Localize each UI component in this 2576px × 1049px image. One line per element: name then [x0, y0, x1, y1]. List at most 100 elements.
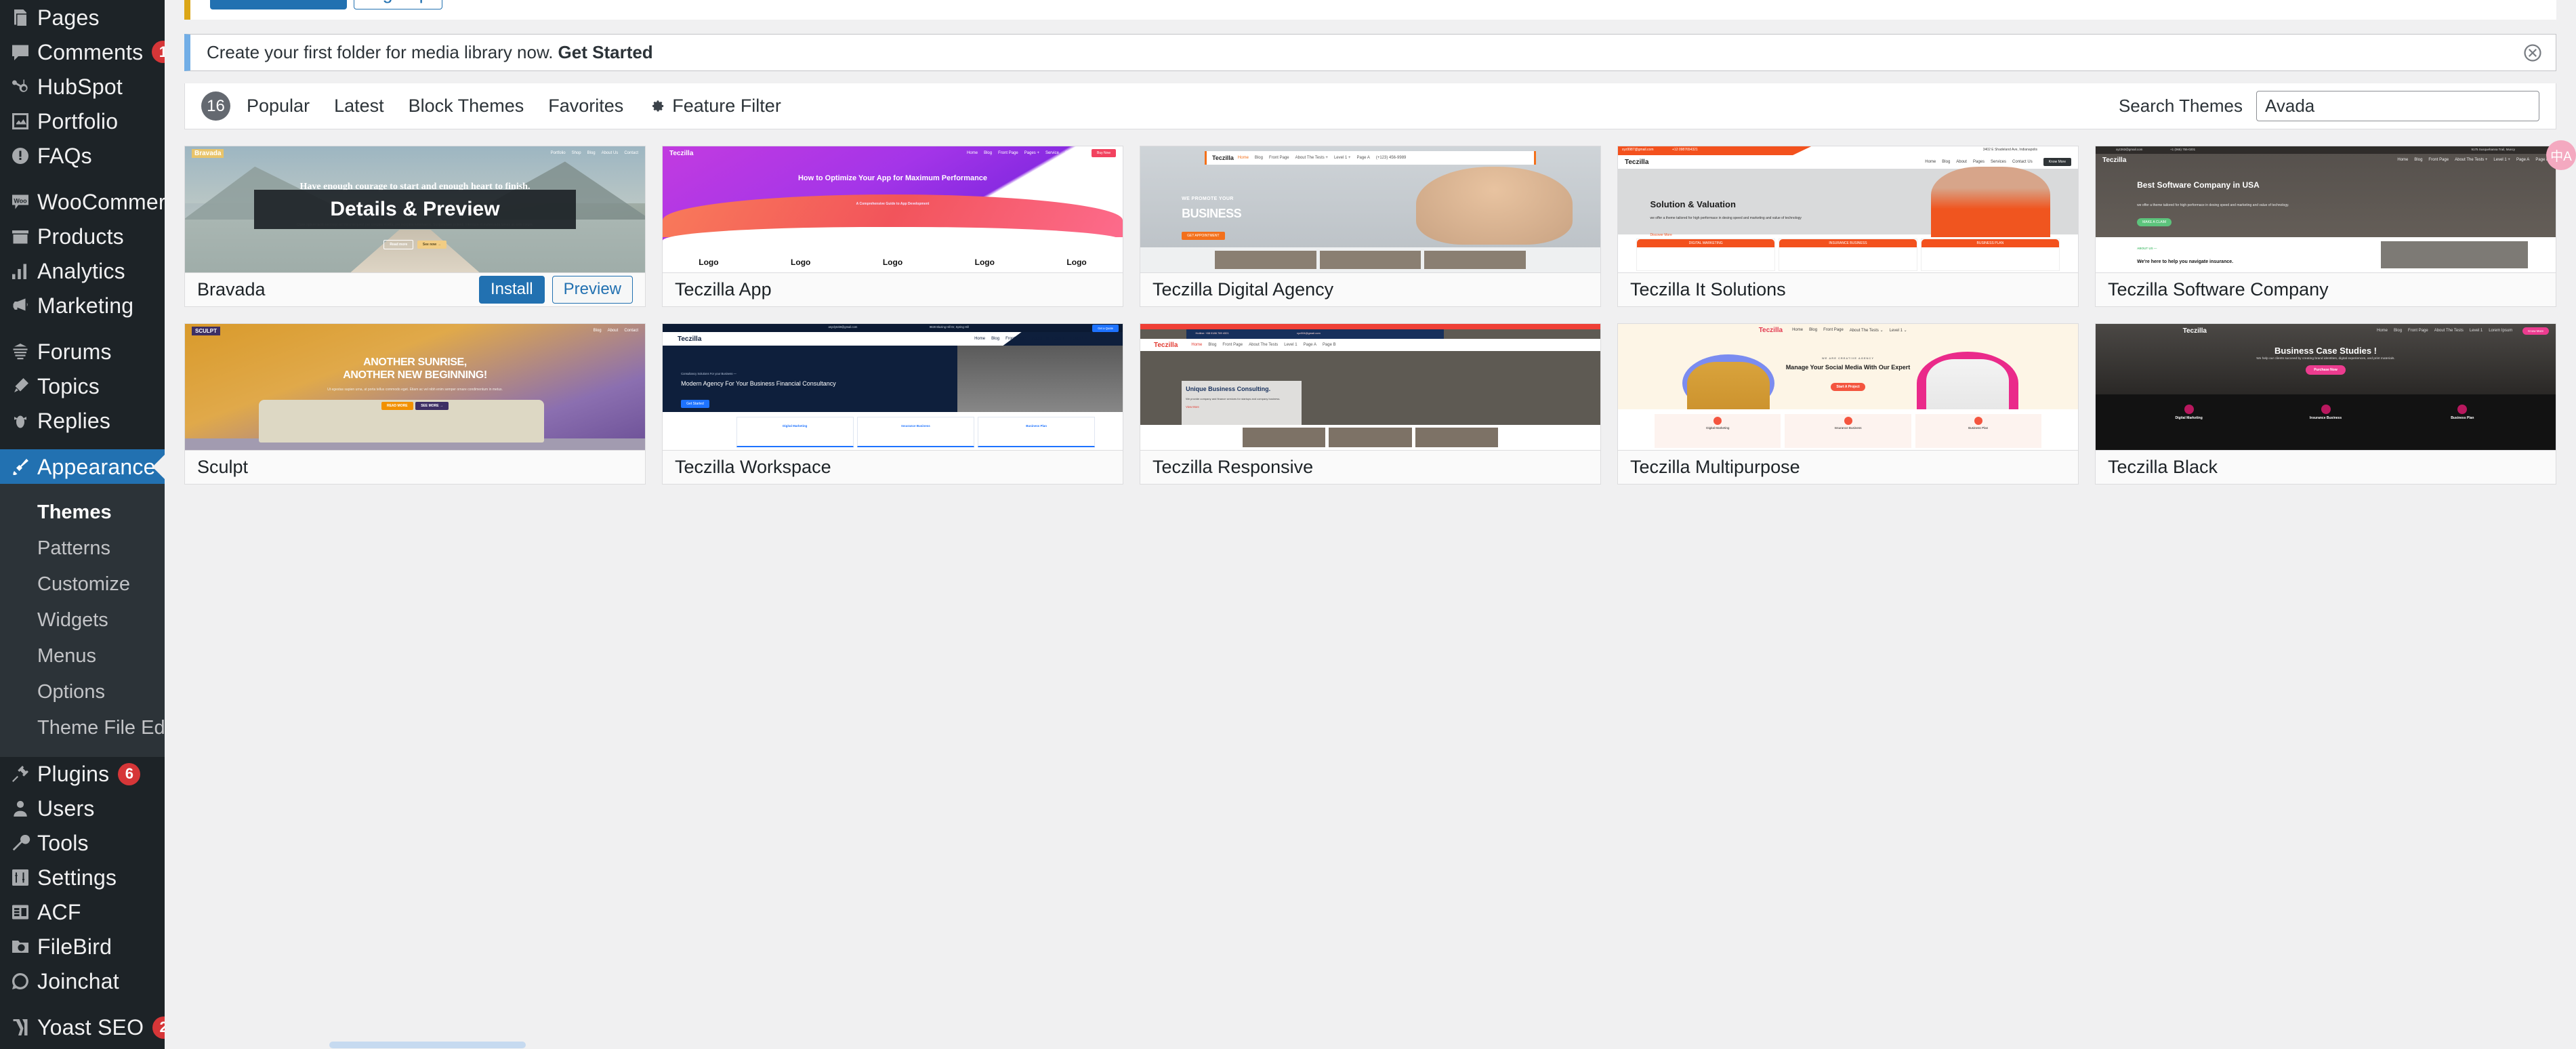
- sidebar-item-tools[interactable]: Tools: [0, 826, 165, 861]
- sidebar-item-label: HubSpot: [37, 74, 123, 99]
- sidebar-item-appearance[interactable]: Appearance: [0, 449, 165, 484]
- sidebar-divider: [0, 323, 165, 334]
- preview-headline: Manage Your Social Media With Our Expert: [1785, 363, 1911, 371]
- sidebar-item-users[interactable]: Users: [0, 791, 165, 826]
- preview-cta-button: Buy Now: [1091, 149, 1116, 157]
- theme-name-row: Bravada Install Preview: [185, 272, 645, 306]
- tab-popular[interactable]: Popular: [247, 96, 310, 117]
- preview-hero-panel: Unique Business Consulting. We provide c…: [1182, 380, 1302, 426]
- tab-latest[interactable]: Latest: [334, 96, 384, 117]
- submenu-item-widgets[interactable]: Widgets: [0, 602, 165, 638]
- feature-filter-button[interactable]: Feature Filter: [648, 96, 781, 117]
- ime-language-badge[interactable]: 中A: [2546, 140, 2576, 170]
- sidebar-divider: [0, 173, 165, 184]
- theme-card-teczilla-app[interactable]: Teczilla Home Blog Front Page Pages + Se…: [662, 146, 1123, 307]
- sidebar-item-yoast-seo[interactable]: Yoast SEO 2: [0, 1010, 165, 1045]
- preview-subtext: we offer a theme tailored for high perfo…: [2137, 203, 2289, 207]
- sidebar-item-plugins[interactable]: Plugins 6: [0, 757, 165, 791]
- preview-cta-button: Know More: [2522, 327, 2549, 335]
- sidebar-item-products[interactable]: Products: [0, 219, 165, 253]
- sidebar-item-forums[interactable]: Forums: [0, 334, 165, 369]
- theme-screenshot[interactable]: Teczilla Home Blog Front Page Pages + Se…: [663, 146, 1123, 272]
- sidebar-item-layerslider[interactable]: LayerSlider: [0, 1045, 165, 1049]
- preview-button: See now →: [417, 240, 446, 249]
- theme-screenshot[interactable]: SCULPT Blog About Contact ANOTHER SUNRIS…: [185, 324, 645, 450]
- preview-button[interactable]: Preview: [552, 276, 633, 304]
- preview-nav-item: Page A: [1356, 156, 1370, 160]
- yoast-count-badge: 2: [152, 1016, 165, 1039]
- theme-card-teczilla-black[interactable]: Teczilla Home Blog Front Page About The …: [2095, 323, 2556, 485]
- theme-card-teczilla-software-company[interactable]: xyz263@gmail.com +1 (065) 755-0201 9175 …: [2095, 146, 2556, 307]
- preview-email: xyz9987@gmail.com: [1622, 148, 1654, 152]
- preview-kicker: ABOUT US —: [2137, 246, 2157, 250]
- submenu-item-customize[interactable]: Customize: [0, 567, 165, 602]
- theme-screenshot[interactable]: Teczilla Home Blog Front Page About The …: [1618, 324, 2078, 450]
- submenu-item-options[interactable]: Options: [0, 674, 165, 710]
- theme-card-teczilla-workspace[interactable]: asyclytek9@gmail.com 9828 Blazing Hill D…: [662, 323, 1123, 485]
- preview-card-title: DIGITAL MARKETING: [1637, 239, 1775, 247]
- sidebar-item-joinchat[interactable]: Joinchat: [0, 964, 165, 999]
- sidebar-item-acf[interactable]: ACF: [0, 895, 165, 930]
- preview-address: 3402 E Shadeland Ave, Indianapolis: [1982, 148, 2037, 152]
- preview-nav-item: Front Page: [2408, 329, 2428, 333]
- sidebar-item-filebird[interactable]: FileBird: [0, 930, 165, 964]
- plugins-icon: [3, 764, 37, 784]
- sidebar-item-faqs[interactable]: FAQs: [0, 138, 165, 173]
- theme-card-sculpt[interactable]: SCULPT Blog About Contact ANOTHER SUNRIS…: [184, 323, 646, 485]
- credits-notice-buttons: Check credits Sign-up: [210, 0, 442, 9]
- sidebar-item-settings[interactable]: Settings: [0, 861, 165, 895]
- filebird-get-started-link[interactable]: Get Started: [558, 42, 653, 63]
- search-input[interactable]: [2256, 91, 2539, 121]
- sidebar-item-label: WooCommerce: [37, 189, 165, 214]
- submenu-item-menus[interactable]: Menus: [0, 638, 165, 674]
- sidebar-item-hubspot[interactable]: HubSpot: [0, 69, 165, 104]
- tools-icon: [3, 833, 37, 853]
- theme-screenshot[interactable]: Teczilla Home Blog Front Page About The …: [2096, 324, 2556, 450]
- theme-screenshot[interactable]: xyz263@gmail.com +1 (065) 755-0201 9175 …: [2096, 146, 2556, 272]
- theme-screenshot[interactable]: xyz9987@gmail.com +12 0987654321 3402 E …: [1618, 146, 2078, 272]
- theme-card-teczilla-it-solutions[interactable]: xyz9987@gmail.com +12 0987654321 3402 E …: [1617, 146, 2079, 307]
- theme-name-row: Teczilla Workspace: [663, 450, 1123, 484]
- sidebar-item-woocommerce[interactable]: Woo WooCommerce: [0, 184, 165, 219]
- theme-screenshot[interactable]: asyclytek9@gmail.com 9828 Blazing Hill D…: [663, 324, 1123, 450]
- sidebar-item-label: Marketing: [37, 293, 134, 318]
- theme-card-teczilla-multipurpose[interactable]: Teczilla Home Blog Front Page About The …: [1617, 323, 2079, 485]
- install-button[interactable]: Install: [478, 276, 545, 304]
- horizontal-scrollbar[interactable]: [165, 1041, 2576, 1049]
- filebird-notice-text: Create your first folder for media libra…: [207, 42, 554, 62]
- submenu-item-patterns[interactable]: Patterns: [0, 531, 165, 567]
- preview-cta-button: Get a Quote: [1092, 325, 1119, 332]
- theme-preview-teczilla-software-company: xyz263@gmail.com +1 (065) 755-0201 9175 …: [2096, 146, 2556, 272]
- preview-nav-item: About The Tests +: [1031, 337, 1065, 341]
- sidebar-item-pages[interactable]: Pages: [0, 0, 165, 35]
- tab-block-themes[interactable]: Block Themes: [409, 96, 524, 117]
- sidebar-item-comments[interactable]: Comments 1: [0, 35, 165, 69]
- theme-preview-teczilla-digital-agency: Teczilla Home Blog Front Page About The …: [1140, 146, 1600, 272]
- details-preview-overlay[interactable]: Details & Preview: [253, 190, 577, 229]
- theme-card-bravada[interactable]: Bravada Portfolio Shop Blog About Us Con…: [184, 146, 646, 307]
- submenu-item-themes[interactable]: Themes: [0, 495, 165, 531]
- close-circle-icon[interactable]: [2523, 43, 2542, 62]
- tab-favorites[interactable]: Favorites: [548, 96, 623, 117]
- sidebar-item-analytics[interactable]: Analytics: [0, 253, 165, 288]
- preview-service-cards: DIGITAL MARKETING INSURANCE BUSINESS BUS…: [1636, 238, 2060, 271]
- preview-kicker: WE ARE CREATIVE AGENCY: [1822, 356, 1874, 361]
- check-credits-button[interactable]: Check credits: [210, 0, 347, 9]
- theme-screenshot[interactable]: Bravada Portfolio Shop Blog About Us Con…: [185, 146, 645, 272]
- theme-card-teczilla-digital-agency[interactable]: Teczilla Home Blog Front Page About The …: [1140, 146, 1601, 307]
- preview-thumb-strip: [1140, 247, 1600, 272]
- theme-name-row: Teczilla Software Company: [2096, 272, 2556, 306]
- sidebar-item-label: Appearance: [37, 454, 156, 479]
- submenu-item-theme-file-editor[interactable]: Theme File Editor: [0, 710, 165, 746]
- sidebar-item-portfolio[interactable]: Portfolio: [0, 104, 165, 138]
- preview-card-title: INSURANCE BUSINESS: [1779, 239, 1917, 247]
- sidebar-item-marketing[interactable]: Marketing: [0, 288, 165, 323]
- sign-up-button[interactable]: Sign-up: [353, 0, 442, 9]
- theme-screenshot[interactable]: Hotline: +88 0186 789 4321 xyz004@gmail.…: [1140, 324, 1600, 450]
- preview-nav-item: Level 1: [2469, 329, 2483, 333]
- sidebar-item-topics[interactable]: Topics: [0, 369, 165, 403]
- sidebar-item-replies[interactable]: Replies: [0, 403, 165, 438]
- theme-card-teczilla-responsive[interactable]: Hotline: +88 0186 789 4321 xyz004@gmail.…: [1140, 323, 1601, 485]
- theme-screenshot[interactable]: Teczilla Home Blog Front Page About The …: [1140, 146, 1600, 272]
- scrollbar-thumb[interactable]: [329, 1042, 526, 1048]
